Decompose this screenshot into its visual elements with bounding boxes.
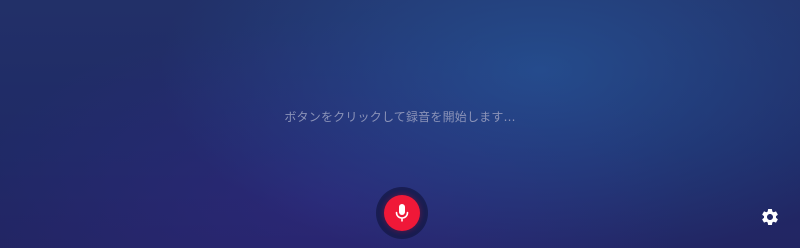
record-button-ring <box>376 187 428 239</box>
recorder-app: ボタンをクリックして録音を開始します... <box>0 0 800 248</box>
status-text: ボタンをクリックして録音を開始します... <box>284 110 516 124</box>
record-button[interactable] <box>384 195 420 231</box>
settings-button[interactable] <box>758 205 782 229</box>
microphone-icon <box>395 204 409 222</box>
gear-icon <box>762 209 778 225</box>
